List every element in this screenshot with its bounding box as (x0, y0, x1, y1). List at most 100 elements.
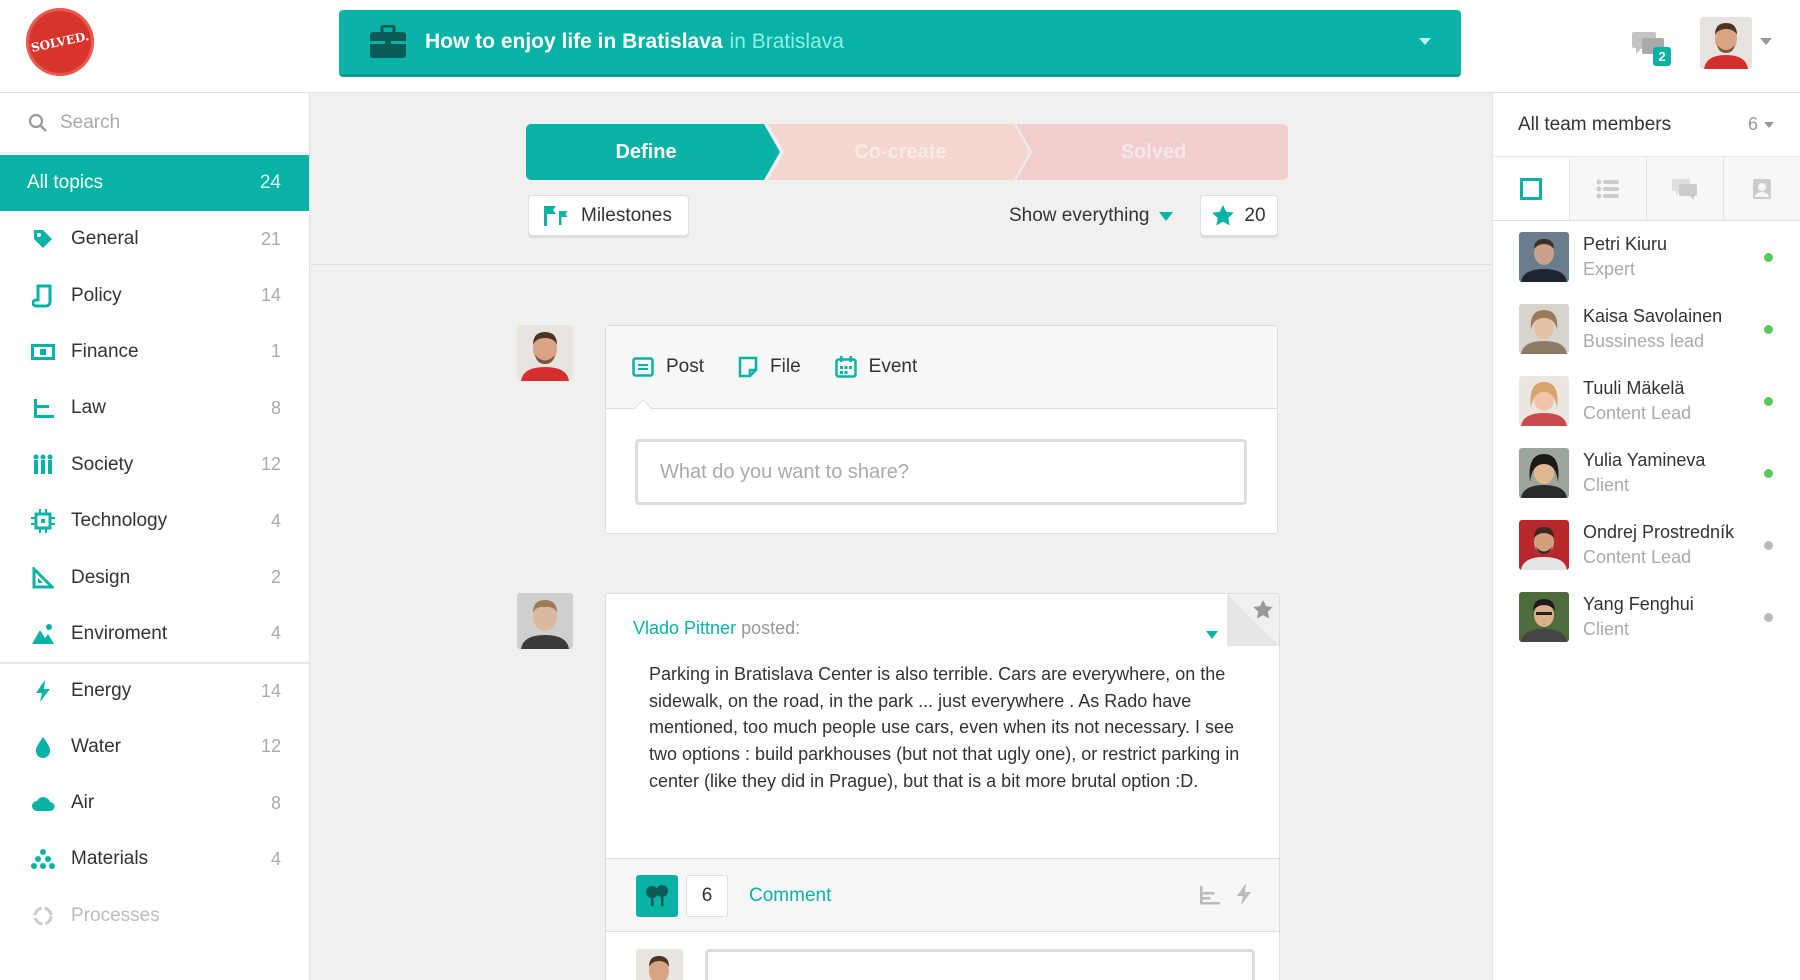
tab-event[interactable]: Event (834, 356, 917, 378)
status-online-dot (1764, 253, 1773, 262)
ruler-icon (30, 565, 56, 591)
team-member[interactable]: Petri Kiuru Expert (1493, 221, 1800, 293)
post-card: Vlado Pittner posted: Parking in Bratisl… (605, 593, 1280, 980)
category-count: 12 (260, 454, 281, 475)
member-avatar (1519, 232, 1569, 282)
team-count: 6 (1748, 114, 1774, 135)
search-input[interactable] (60, 111, 280, 134)
team-member[interactable]: Yulia Yamineva Client (1493, 437, 1800, 509)
topic-title: How to enjoy life in Bratislava (425, 30, 723, 53)
category-enviroment[interactable]: Enviroment 4 (0, 606, 309, 662)
category-label: Enviroment (71, 622, 168, 644)
step-solved[interactable]: Solved (1031, 124, 1276, 180)
law-icon (30, 395, 56, 421)
post-menu-caret[interactable] (1206, 631, 1218, 639)
member-avatar (1519, 520, 1569, 570)
tab-list[interactable] (1570, 157, 1647, 220)
topics-sidebar: All topics 24 General 21 Policy 14 Finan… (0, 93, 310, 980)
user-avatar[interactable] (1700, 17, 1752, 69)
step-define[interactable]: Define (526, 124, 766, 180)
milestones-button[interactable]: Milestones (528, 195, 689, 236)
category-label: Policy (71, 284, 122, 306)
people-icon (30, 452, 56, 478)
chevron-down-icon (1419, 38, 1431, 45)
team-member[interactable]: Ondrej Prostredník Content Lead (1493, 509, 1800, 581)
mountain-icon (30, 621, 56, 647)
materials-icon (30, 846, 56, 872)
comment-link[interactable]: Comment (749, 885, 831, 907)
star-icon (1212, 205, 1235, 226)
team-member[interactable]: Yang Fenghui Client (1493, 581, 1800, 653)
user-menu-caret[interactable] (1760, 38, 1772, 45)
category-count: 14 (260, 285, 281, 306)
tag-icon (30, 226, 56, 252)
search-bar (0, 93, 309, 156)
filter-dropdown[interactable]: Show everything (1009, 205, 1174, 227)
all-topics-count: 24 (259, 172, 281, 193)
member-avatar (1519, 592, 1569, 642)
category-processes[interactable]: Processes (0, 888, 309, 944)
team-member[interactable]: Kaisa Savolainen Bussiness lead (1493, 293, 1800, 365)
member-avatar (1519, 448, 1569, 498)
post-header: Vlado Pittner posted: (633, 618, 800, 639)
category-label: Materials (71, 848, 149, 870)
tab-post[interactable]: Post (632, 356, 704, 378)
post-composer: Post File Event (605, 325, 1278, 534)
post-author-link[interactable]: Vlado Pittner (633, 618, 736, 638)
chat-icon (1672, 178, 1697, 200)
tab-file[interactable]: File (738, 356, 801, 378)
category-water[interactable]: Water 12 (0, 719, 309, 775)
topic-selector[interactable]: How to enjoy life in Bratislava in Brati… (339, 10, 1461, 77)
chevron-down-icon (1764, 121, 1774, 128)
category-design[interactable]: Design 2 (0, 549, 309, 605)
step-co-create[interactable]: Co-create (778, 124, 1023, 180)
milestone-icon[interactable] (1198, 884, 1222, 906)
status-offline-dot (1764, 541, 1773, 550)
share-input[interactable] (635, 439, 1247, 505)
category-policy[interactable]: Policy 14 (0, 267, 309, 323)
tab-checklist[interactable] (1493, 157, 1570, 220)
category-technology[interactable]: Technology 4 (0, 493, 309, 549)
category-law[interactable]: Law 8 (0, 380, 309, 436)
member-role: Content Lead (1583, 403, 1692, 423)
starred-button[interactable]: 20 (1200, 195, 1278, 236)
post-author-avatar[interactable] (517, 593, 573, 649)
member-avatar (1519, 376, 1569, 426)
member-name: Ondrej Prostredník (1583, 522, 1735, 542)
category-society[interactable]: Society 12 (0, 437, 309, 493)
category-energy[interactable]: Energy 14 (0, 662, 309, 718)
chevron-down-icon (1159, 211, 1174, 221)
category-air[interactable]: Air 8 (0, 775, 309, 831)
member-name: Tuuli Mäkelä (1583, 378, 1685, 398)
member-name: Yulia Yamineva (1583, 450, 1706, 470)
team-filter[interactable]: All team members 6 (1493, 93, 1800, 157)
like-count: 6 (686, 875, 728, 917)
briefcase-icon (370, 25, 406, 58)
tab-chat[interactable] (1647, 157, 1724, 220)
team-member[interactable]: Tuuli Mäkelä Content Lead (1493, 365, 1800, 437)
category-finance[interactable]: Finance 1 (0, 324, 309, 380)
category-general[interactable]: General 21 (0, 211, 309, 267)
main-feed: Define Co-create Solved Milestones Show … (311, 93, 1491, 980)
bolt-icon[interactable] (1235, 882, 1253, 906)
status-offline-dot (1764, 613, 1773, 622)
tab-contacts[interactable] (1724, 157, 1800, 220)
all-topics-item[interactable]: All topics 24 (0, 155, 309, 211)
progress-steps: Define Co-create Solved (526, 124, 1288, 180)
contact-icon (1753, 178, 1771, 199)
solved-logo[interactable]: SOLVED. (19, 1, 101, 83)
policy-icon (30, 283, 56, 309)
member-name: Kaisa Savolainen (1583, 306, 1723, 326)
search-icon (28, 113, 47, 132)
post-star-corner[interactable] (1227, 594, 1279, 646)
reply-input[interactable] (705, 949, 1255, 980)
like-button[interactable] (636, 875, 678, 917)
recycle-icon (30, 903, 56, 929)
category-materials[interactable]: Materials 4 (0, 831, 309, 887)
money-icon (30, 339, 56, 365)
category-label: Energy (71, 680, 132, 702)
category-label: General (71, 228, 139, 250)
category-label: Design (71, 566, 131, 588)
category-label: Law (71, 397, 106, 419)
category-count: 8 (270, 397, 281, 418)
